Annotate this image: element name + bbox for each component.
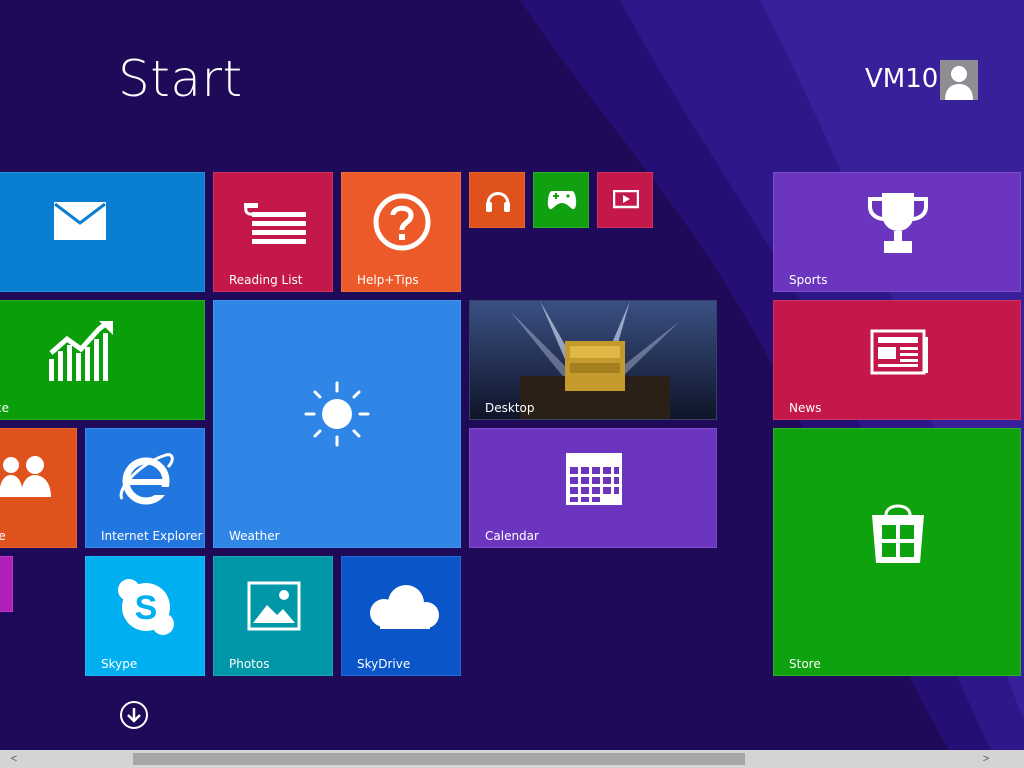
reading-list-icon xyxy=(244,203,306,244)
scroll-left-arrow[interactable]: < xyxy=(6,751,22,767)
tile-label-reading-list: Reading List xyxy=(229,273,303,287)
trophy-icon xyxy=(868,193,928,253)
tile-label-desktop: Desktop xyxy=(485,401,535,415)
tile-reading-list[interactable]: Reading List xyxy=(213,172,333,292)
envelope-icon xyxy=(54,202,106,240)
page-title: Start xyxy=(118,50,243,108)
tile-weather[interactable]: Weather xyxy=(213,300,461,548)
tile-label-skype: Skype xyxy=(101,657,138,671)
tile-internet-explorer[interactable]: Internet Explorer xyxy=(85,428,205,548)
skype-icon: S xyxy=(118,579,174,635)
tile-music[interactable] xyxy=(469,172,525,228)
tile-help-tips[interactable]: Help+Tips xyxy=(341,172,461,292)
tile-people[interactable]: le xyxy=(0,428,77,548)
sun-icon xyxy=(304,381,370,447)
tile-label-store: Store xyxy=(789,657,821,671)
people-icon xyxy=(0,456,51,497)
cloud-icon xyxy=(370,585,439,629)
tile-mail[interactable] xyxy=(0,172,205,292)
scrollbar-thumb[interactable] xyxy=(133,753,745,765)
avatar[interactable] xyxy=(940,60,978,100)
tile-label-finance: ce xyxy=(0,401,9,415)
ie-icon xyxy=(119,453,174,505)
question-icon xyxy=(373,193,431,251)
tile-label-news: News xyxy=(789,401,822,415)
tile-news[interactable]: News xyxy=(773,300,1021,420)
tile-label-skydrive: SkyDrive xyxy=(357,657,411,671)
video-icon xyxy=(613,190,639,209)
tile-skydrive[interactable]: SkyDrive xyxy=(341,556,461,676)
chart-icon xyxy=(49,321,113,381)
tile-finance[interactable]: ce xyxy=(0,300,205,420)
svg-text:S: S xyxy=(135,589,158,627)
photo-icon xyxy=(247,581,301,631)
tile-label-people: le xyxy=(0,529,6,543)
tile-partial-edge[interactable] xyxy=(0,556,13,612)
shopping-bag-icon xyxy=(872,504,924,563)
tile-store[interactable]: Store xyxy=(773,428,1021,676)
tile-calendar[interactable]: Calendar xyxy=(469,428,717,548)
scroll-right-arrow[interactable]: > xyxy=(978,751,994,767)
tile-label-sports: Sports xyxy=(789,273,828,287)
user-icon xyxy=(945,66,973,100)
tile-games[interactable] xyxy=(533,172,589,228)
tile-sports[interactable]: Sports xyxy=(773,172,1021,292)
user-name[interactable]: VM10 xyxy=(865,64,938,94)
tile-label-photos: Photos xyxy=(229,657,270,671)
tile-photos[interactable]: Photos xyxy=(213,556,333,676)
tile-video[interactable] xyxy=(597,172,653,228)
apps-view-button[interactable] xyxy=(120,701,148,729)
controller-icon xyxy=(547,191,577,210)
arrow-down-circle-icon xyxy=(127,708,141,723)
tile-label-internet-explorer: Internet Explorer xyxy=(101,529,203,543)
tile-label-help-tips: Help+Tips xyxy=(357,273,419,287)
tile-desktop[interactable]: Desktop xyxy=(469,300,717,420)
tile-label-calendar: Calendar xyxy=(485,529,539,543)
newspaper-icon xyxy=(870,329,928,375)
headphones-icon xyxy=(486,192,510,212)
calendar-icon xyxy=(566,453,622,505)
tile-label-weather: Weather xyxy=(229,529,280,543)
horizontal-scrollbar[interactable]: < > xyxy=(0,750,1024,768)
tile-skype[interactable]: S Skype xyxy=(85,556,205,676)
